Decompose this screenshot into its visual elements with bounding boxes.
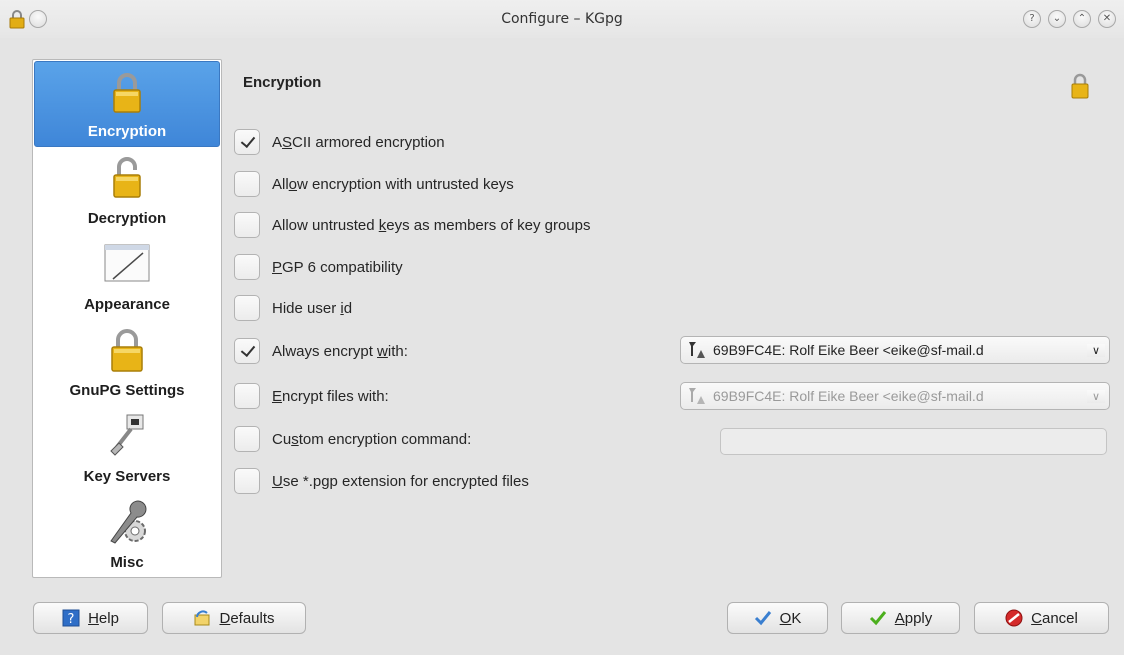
sidebar-item-encryption[interactable]: Encryption [34, 61, 220, 147]
svg-text:?: ? [68, 612, 75, 627]
selected-key: 69B9FC4E: Rolf Eike Beer <eike@sf-mail.d [713, 342, 984, 358]
sidebar-item-appearance[interactable]: Appearance [34, 233, 220, 319]
option-label: Always encrypt with: [272, 342, 408, 360]
allow-untrusted-encryption-checkbox[interactable]: Allow encryption with untrusted keys [234, 171, 674, 197]
lock-open-icon [113, 157, 141, 198]
option-label: ASCII armored encryption [272, 133, 445, 151]
restore-defaults-icon [194, 610, 210, 626]
maximize-icon[interactable]: ⌃ [1073, 10, 1091, 28]
check-icon [754, 611, 771, 626]
wrench-gear-icon [110, 500, 147, 544]
cancel-button[interactable]: Cancel [974, 602, 1109, 634]
chevron-down-icon: ∨ [1087, 389, 1105, 403]
check-icon [240, 132, 256, 149]
checkbox[interactable] [234, 468, 260, 494]
check-icon [869, 611, 886, 626]
sidebar-item-gnupg-settings[interactable]: GnuPG Settings [34, 319, 220, 405]
checkbox[interactable] [234, 129, 260, 155]
option-label: Custom encryption command: [272, 430, 472, 448]
key-pair-icon [689, 342, 705, 358]
option-label: Use *.pgp extension for encrypted files [272, 472, 529, 490]
button-label: Cancel [1031, 609, 1078, 627]
cancel-icon [1005, 609, 1023, 627]
always-encrypt-checkbox[interactable]: Always encrypt with: [234, 338, 674, 364]
option-label: Allow untrusted keys as members of key g… [272, 216, 591, 234]
checkbox[interactable] [234, 171, 260, 197]
key-pair-icon [689, 388, 705, 404]
defaults-button[interactable]: Defaults [162, 602, 306, 634]
window-pen-icon [104, 244, 150, 282]
checkbox[interactable] [234, 426, 260, 452]
lock-closed-icon [111, 329, 143, 372]
sidebar-item-label: Appearance [84, 296, 170, 313]
encrypt-files-key-select[interactable]: 69B9FC4E: Rolf Eike Beer <eike@sf-mail.d… [680, 382, 1110, 410]
option-label: Encrypt files with: [272, 387, 389, 405]
allow-untrusted-groups-checkbox[interactable]: Allow untrusted keys as members of key g… [234, 212, 674, 238]
pgp-extension-checkbox[interactable]: Use *.pgp extension for encrypted files [234, 468, 674, 494]
sidebar-item-label: Key Servers [83, 468, 171, 485]
custom-command-input[interactable] [720, 428, 1107, 455]
button-label: Defaults [219, 609, 275, 627]
chevron-down-icon: ∨ [1087, 343, 1105, 357]
checkbox[interactable] [234, 295, 260, 321]
close-icon[interactable]: ✕ [1098, 10, 1116, 28]
check-icon [240, 341, 256, 358]
title-bar: Configure – KGpg ? ⌄ ⌃ ✕ [0, 0, 1124, 38]
sidebar-item-label: Misc [110, 554, 144, 571]
custom-command-checkbox[interactable]: Custom encryption command: [234, 426, 674, 452]
always-encrypt-key-select[interactable]: 69B9FC4E: Rolf Eike Beer <eike@sf-mail.d… [680, 336, 1110, 364]
checkbox[interactable] [234, 338, 260, 364]
sidebar-item-key-servers[interactable]: Key Servers [34, 405, 220, 491]
help-button[interactable]: ? Help [33, 602, 148, 634]
page-title: Encryption [243, 74, 322, 91]
help-book-icon: ? [62, 609, 80, 627]
sidebar-item-misc[interactable]: Misc [34, 491, 220, 577]
help-icon[interactable]: ? [1023, 10, 1041, 28]
checkbox[interactable] [234, 383, 260, 409]
button-label: Help [88, 609, 119, 627]
pgp6-compat-checkbox[interactable]: PGP 6 compatibility [234, 254, 674, 280]
ok-button[interactable]: OK [727, 602, 828, 634]
encrypt-files-checkbox[interactable]: Encrypt files with: [234, 383, 674, 409]
checkbox[interactable] [234, 254, 260, 280]
button-label: OK [779, 609, 802, 627]
sidebar-item-label: Decryption [87, 210, 167, 227]
selected-key: 69B9FC4E: Rolf Eike Beer <eike@sf-mail.d [713, 388, 984, 404]
option-label: Allow encryption with untrusted keys [272, 175, 514, 193]
sidebar-item-label: Encryption [87, 123, 167, 140]
category-sidebar: Encryption Decryption Appearance GnuPG S… [32, 59, 222, 578]
sidebar-item-decryption[interactable]: Decryption [34, 147, 220, 233]
network-plug-icon [110, 414, 144, 456]
checkbox[interactable] [234, 212, 260, 238]
window-title: Configure – KGpg [501, 11, 623, 27]
minimize-icon[interactable]: ⌄ [1048, 10, 1066, 28]
ascii-armored-checkbox[interactable]: ASCII armored encryption [234, 129, 674, 155]
lock-closed-icon [1071, 73, 1089, 99]
sidebar-item-label: GnuPG Settings [69, 382, 185, 399]
option-label: Hide user id [272, 299, 353, 317]
hide-user-id-checkbox[interactable]: Hide user id [234, 295, 674, 321]
apply-button[interactable]: Apply [841, 602, 960, 634]
lock-closed-icon [113, 73, 141, 113]
button-label: Apply [894, 609, 933, 627]
option-label: PGP 6 compatibility [272, 258, 403, 276]
